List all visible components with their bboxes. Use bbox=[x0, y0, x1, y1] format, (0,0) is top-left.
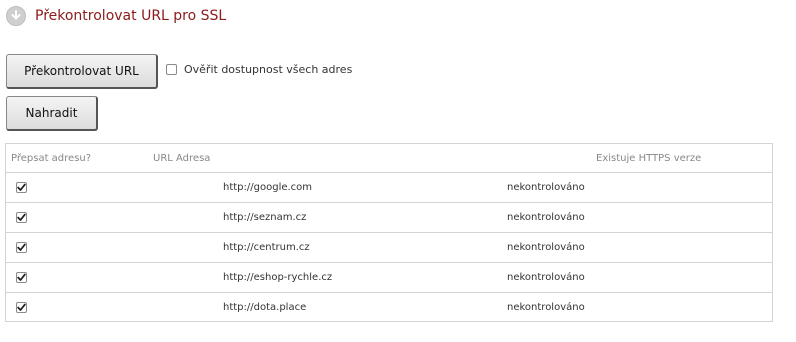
column-header-url: URL Adresa bbox=[153, 153, 211, 164]
column-header-https: Existuje HTTPS verze bbox=[596, 153, 702, 164]
rewrite-checkbox[interactable] bbox=[16, 272, 27, 283]
arrow-down-circle-icon[interactable] bbox=[6, 6, 26, 26]
check-url-button[interactable]: Překontrolovat URL bbox=[6, 54, 158, 89]
replace-button[interactable]: Nahradit bbox=[6, 96, 98, 131]
https-status-cell: nekontrolováno bbox=[507, 302, 585, 313]
check-icon bbox=[17, 183, 26, 191]
check-icon bbox=[17, 243, 26, 251]
https-status-cell: nekontrolováno bbox=[507, 272, 585, 283]
table-row: http://eshop-rychle.cz nekontrolováno bbox=[6, 263, 772, 293]
rewrite-checkbox[interactable] bbox=[16, 302, 27, 313]
verify-all-label[interactable]: Ověřit dostupnost všech adres bbox=[184, 63, 352, 76]
check-icon bbox=[17, 303, 26, 311]
table-row: http://seznam.cz nekontrolováno bbox=[6, 203, 772, 233]
https-status-cell: nekontrolováno bbox=[507, 242, 585, 253]
page-header: Překontrolovat URL pro SSL bbox=[6, 5, 226, 27]
https-status-cell: nekontrolováno bbox=[507, 182, 585, 193]
rewrite-checkbox[interactable] bbox=[16, 212, 27, 223]
verify-all-checkbox[interactable] bbox=[166, 64, 177, 75]
url-cell: http://dota.place bbox=[223, 302, 307, 313]
check-icon bbox=[17, 213, 26, 221]
url-cell: http://google.com bbox=[223, 182, 313, 193]
table-body: http://google.com nekontrolováno http://se… bbox=[6, 173, 772, 323]
verify-all-option[interactable]: Ověřit dostupnost všech adres bbox=[166, 63, 352, 76]
arrow-down-glyph bbox=[11, 10, 21, 20]
url-cell: http://seznam.cz bbox=[223, 212, 307, 223]
url-cell: http://eshop-rychle.cz bbox=[223, 272, 333, 283]
table-row: http://dota.place nekontrolováno bbox=[6, 293, 772, 323]
rewrite-checkbox[interactable] bbox=[16, 182, 27, 193]
url-table: Přepsat adresu? URL Adresa Existuje HTTP… bbox=[5, 143, 773, 322]
url-cell: http://centrum.cz bbox=[223, 242, 310, 253]
table-header: Přepsat adresu? URL Adresa Existuje HTTP… bbox=[6, 144, 772, 173]
table-row: http://centrum.cz nekontrolováno bbox=[6, 233, 772, 263]
check-icon bbox=[17, 273, 26, 281]
rewrite-checkbox[interactable] bbox=[16, 242, 27, 253]
https-status-cell: nekontrolováno bbox=[507, 212, 585, 223]
table-row: http://google.com nekontrolováno bbox=[6, 173, 772, 203]
ssl-check-page: Překontrolovat URL pro SSL Překontrolova… bbox=[0, 0, 796, 342]
page-title: Překontrolovat URL pro SSL bbox=[35, 8, 227, 24]
column-header-rewrite: Přepsat adresu? bbox=[11, 153, 92, 164]
